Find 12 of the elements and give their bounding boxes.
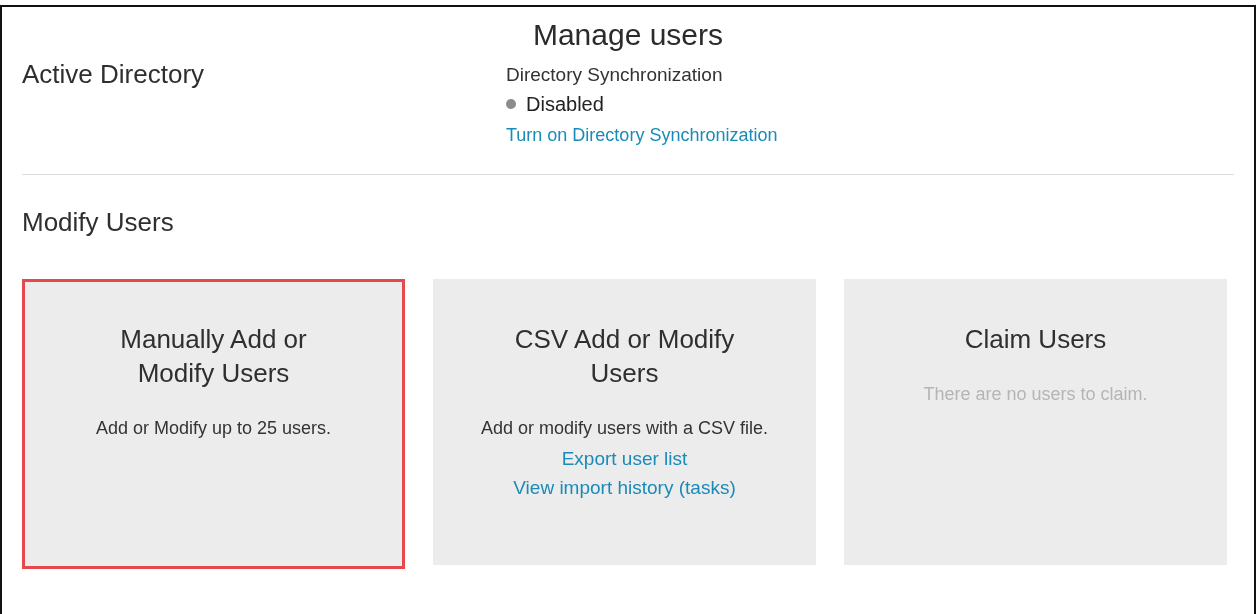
sync-label: Directory Synchronization bbox=[506, 63, 724, 87]
sync-link[interactable]: Turn on Directory Synchronization bbox=[506, 124, 778, 146]
page-title: Manage users bbox=[531, 17, 725, 53]
option-card[interactable]: Manually Add or Modify Users Add or Modify up to 25 users. bbox=[22, 279, 405, 569]
status-text: Disabled bbox=[526, 92, 604, 116]
section-heading: Active Directory bbox=[22, 58, 206, 91]
card-title: CSV Add or Modify Users bbox=[513, 323, 736, 390]
card-title: Claim Users bbox=[963, 323, 1108, 356]
section-heading: Modify Users bbox=[22, 206, 175, 239]
card-description: Add or Modify up to 25 users. bbox=[94, 417, 333, 440]
card-title: Manually Add or Modify Users bbox=[119, 323, 308, 390]
card-description: Add or modify users with a CSV file. bbox=[479, 417, 770, 440]
